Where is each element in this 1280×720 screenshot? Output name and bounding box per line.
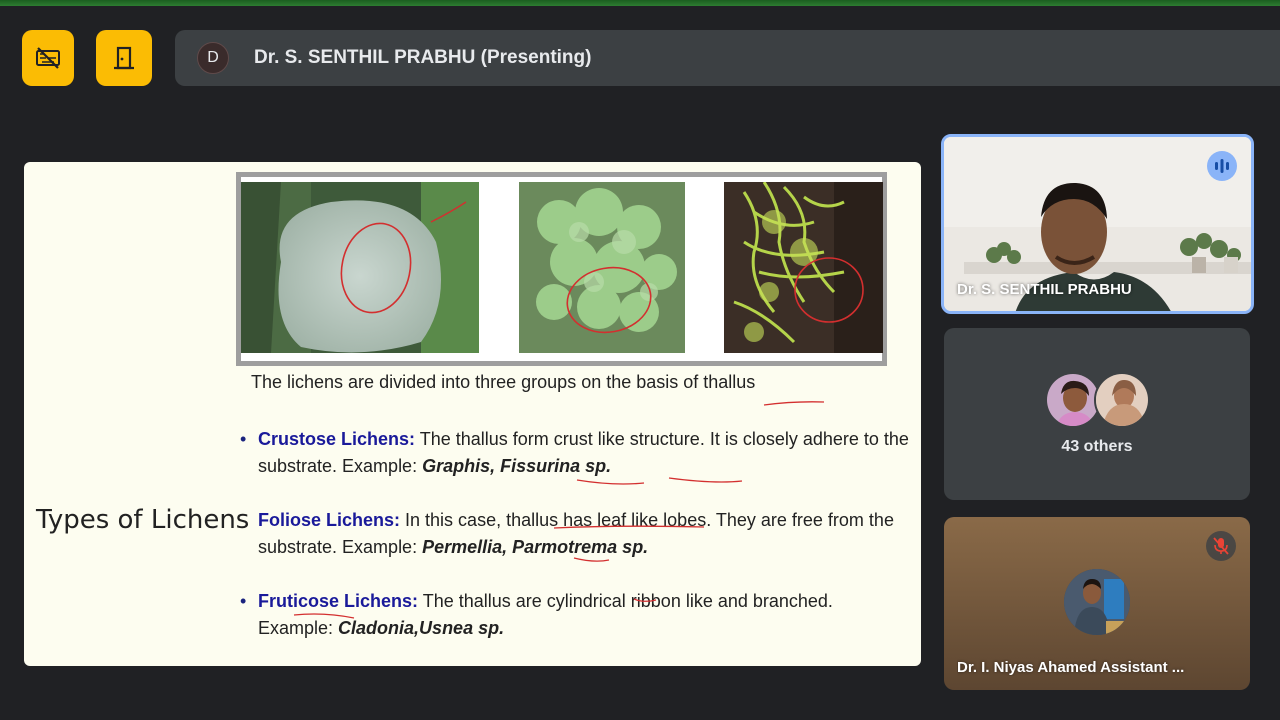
slide-caption: The lichens are divided into three group… xyxy=(251,372,756,392)
no-video-icon xyxy=(36,47,60,69)
presenter-video-tile[interactable]: Dr. S. SENTHIL PRABHU xyxy=(941,134,1254,314)
lichen-types-list: • Crustose Lichens: The thallus form cru… xyxy=(240,426,910,666)
type-name: Crustose Lichens: xyxy=(258,429,416,449)
participant-tile[interactable]: Dr. I. Niyas Ahamed Assistant ... xyxy=(944,517,1250,690)
top-accent-line xyxy=(0,0,1280,6)
slide-title: Types of Lichens xyxy=(36,505,250,535)
participant-name: Dr. S. SENTHIL PRABHU xyxy=(957,281,1132,298)
presenter-avatar: D xyxy=(197,42,229,74)
type-name: Foliose Lichens: xyxy=(258,510,401,530)
list-item: • Crustose Lichens: The thallus form cru… xyxy=(240,426,910,480)
avatar xyxy=(1094,372,1150,428)
type-example: Graphis, Fissurina sp. xyxy=(422,456,612,476)
crustose-lichen-photo xyxy=(241,182,479,353)
type-example: Cladonia,Usnea sp. xyxy=(338,618,505,638)
mic-off-icon xyxy=(1206,531,1236,561)
avatar xyxy=(1045,372,1101,428)
fruticose-lichen-photo xyxy=(724,182,883,353)
others-tile[interactable]: 43 others xyxy=(944,328,1250,500)
presenting-banner: D Dr. S. SENTHIL PRABHU (Presenting) xyxy=(175,30,1280,86)
others-count: 43 others xyxy=(1061,438,1133,455)
leave-button[interactable] xyxy=(96,30,152,86)
presenting-label: Dr. S. SENTHIL PRABHU (Presenting) xyxy=(254,47,592,68)
bullet-icon: • xyxy=(240,429,247,449)
list-item: • Foliose Lichens: In this case, thallus… xyxy=(240,507,910,561)
bullet-icon: • xyxy=(240,591,247,611)
list-item: • Fruticose Lichens: The thallus are cyl… xyxy=(240,588,910,642)
avatar xyxy=(1064,569,1130,635)
type-example: Permellia, Parmotrema sp. xyxy=(422,537,649,557)
type-name: Fruticose Lichens: xyxy=(258,591,419,611)
exit-door-icon xyxy=(114,46,134,70)
camera-off-button[interactable] xyxy=(22,30,74,86)
participant-name: Dr. I. Niyas Ahamed Assistant ... xyxy=(957,659,1185,676)
foliose-lichen-photo xyxy=(519,182,685,353)
lichen-photo-strip xyxy=(236,172,887,366)
shared-slide: Types of Lichens The lichens are divided… xyxy=(24,162,921,666)
speaking-indicator-icon xyxy=(1207,151,1237,181)
